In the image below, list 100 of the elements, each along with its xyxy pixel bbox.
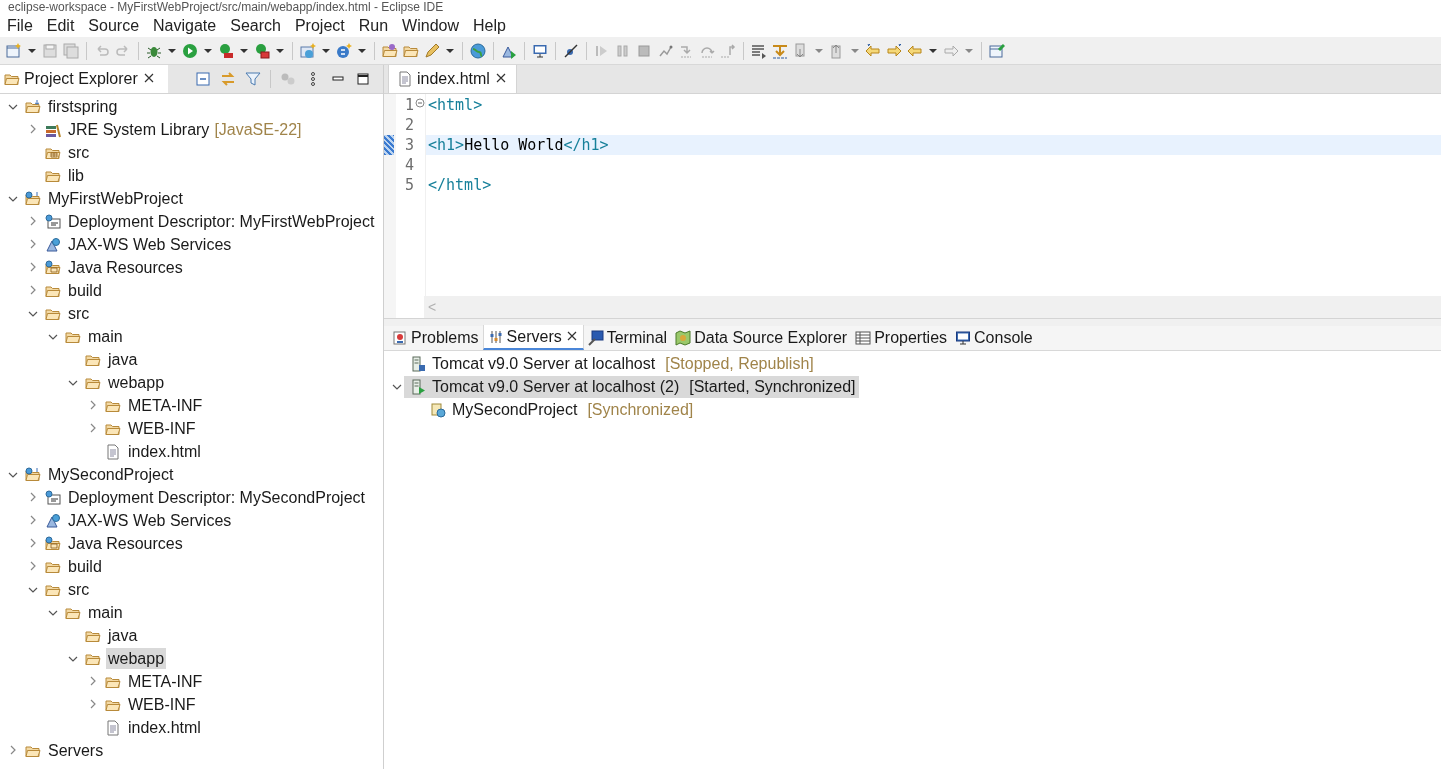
web-project-icon xyxy=(25,190,41,207)
tree-item[interactable]: WEB-INF xyxy=(126,418,198,439)
menu-item[interactable]: Run xyxy=(351,13,396,38)
tree-item[interactable]: MySecondProject xyxy=(46,464,176,485)
web-services-icon xyxy=(45,236,61,253)
tree-item[interactable]: main xyxy=(86,326,125,347)
panel-tab[interactable]: Properties xyxy=(851,325,952,350)
run-coverage-icon[interactable] xyxy=(218,42,234,59)
globe-icon[interactable] xyxy=(470,42,486,59)
save-icon[interactable] xyxy=(42,42,58,59)
data-source-icon xyxy=(675,329,692,346)
panel-tab[interactable]: Data Source Explorer xyxy=(671,325,852,350)
server-item[interactable]: Tomcat v9.0 Server at localhost (2) [Started, Synchronized] xyxy=(404,375,859,398)
step-return-icon[interactable] xyxy=(720,42,736,59)
code-line: <h1>Hello World</h1> xyxy=(428,134,609,156)
console-monitor-icon xyxy=(955,329,972,346)
stop-icon[interactable] xyxy=(636,42,652,59)
open-type-icon[interactable] xyxy=(382,42,398,59)
new-spring-icon[interactable] xyxy=(336,42,352,59)
tree-item[interactable]: Java Resources xyxy=(66,533,185,554)
panel-tab[interactable]: Terminal xyxy=(583,325,672,350)
run-icon[interactable] xyxy=(182,42,198,59)
new-server-icon[interactable] xyxy=(300,42,316,59)
panel-tab[interactable]: Problems xyxy=(388,325,483,350)
html-file-icon xyxy=(397,71,413,87)
maximize-icon[interactable] xyxy=(355,71,371,87)
new-window-icon[interactable] xyxy=(6,42,22,59)
tree-item[interactable]: JRE System Library xyxy=(66,119,212,140)
pause-icon[interactable] xyxy=(615,42,631,59)
web-services-icon xyxy=(45,512,61,529)
descriptor-icon xyxy=(45,213,61,230)
menu-item[interactable]: Window xyxy=(395,13,466,38)
lines-icon[interactable] xyxy=(751,42,767,59)
java-resources-icon xyxy=(45,259,61,276)
descriptor-icon xyxy=(45,489,61,506)
server-status: [Synchronized] xyxy=(587,399,694,420)
tree-item[interactable]: JAX-WS Web Services xyxy=(66,510,234,531)
window-title: eclipse-workspace - MyFirstWebProject/src/main/webapp/index.html - Eclipse IDE xyxy=(8,0,444,14)
editor-tab[interactable]: index.html xyxy=(388,65,517,93)
folder-icon xyxy=(4,71,20,87)
tree-item[interactable]: build xyxy=(66,280,104,301)
html-file-icon xyxy=(105,443,121,460)
line-number: 1 xyxy=(404,94,414,116)
filter-icon[interactable] xyxy=(245,71,261,87)
tree-item[interactable]: lib xyxy=(66,165,86,186)
tree-item[interactable]: java xyxy=(106,349,140,370)
tree-item[interactable]: META-INF xyxy=(126,395,205,416)
fold-collapse-icon[interactable] xyxy=(415,98,425,108)
panel-tab[interactable]: Servers xyxy=(482,325,584,350)
tree-item[interactable]: webapp xyxy=(106,648,167,669)
perspective-icon[interactable] xyxy=(989,42,1005,59)
collapse-all-icon[interactable] xyxy=(195,71,211,87)
last-edit-icon[interactable] xyxy=(865,42,881,59)
run-external-icon[interactable] xyxy=(254,42,270,59)
tree-item[interactable]: firstspring xyxy=(46,96,120,117)
tree-item[interactable]: JAX-WS Web Services xyxy=(66,234,234,255)
properties-table-icon xyxy=(855,329,872,346)
menu-item[interactable]: Project xyxy=(287,13,352,38)
menu-item[interactable]: File xyxy=(0,13,40,38)
server-item[interactable]: Tomcat v9.0 Server at localhost [Stopped, Republish] xyxy=(404,352,817,375)
tree-item[interactable]: Deployment Descriptor: MySecondProject xyxy=(66,487,367,508)
monitor-icon[interactable] xyxy=(532,42,548,59)
tree-item[interactable]: Servers xyxy=(46,740,106,761)
tree-item[interactable]: index.html xyxy=(126,441,203,462)
tree-item[interactable]: Deployment Descriptor: MyFirstWebProject xyxy=(66,211,377,232)
tree-item[interactable]: build xyxy=(66,556,104,577)
tree-item[interactable]: META-INF xyxy=(126,671,205,692)
tree-item[interactable]: index.html xyxy=(126,717,203,738)
server-icon xyxy=(410,355,426,372)
tree-item[interactable]: Java Resources xyxy=(66,257,185,278)
menu-item[interactable]: Help xyxy=(466,13,513,38)
project-explorer-tab[interactable]: Project Explorer xyxy=(0,65,168,93)
tree-item[interactable]: java xyxy=(106,625,140,646)
menu-item[interactable]: Edit xyxy=(39,13,82,38)
tree-item[interactable]: webapp xyxy=(106,372,167,393)
forward-edit-icon[interactable] xyxy=(886,42,902,59)
tree-item[interactable]: src xyxy=(66,579,92,600)
menu-item[interactable]: Source xyxy=(81,13,147,38)
problems-icon xyxy=(392,329,408,346)
use-step-filters-icon[interactable] xyxy=(772,42,788,59)
menu-item[interactable]: Search xyxy=(223,13,288,38)
tree-item[interactable]: main xyxy=(86,602,125,623)
server-status: [Stopped, Republish] xyxy=(665,353,814,374)
pencil-icon[interactable] xyxy=(424,42,440,59)
link-editor-icon[interactable] xyxy=(220,71,236,87)
tree-item[interactable]: MyFirstWebProject xyxy=(46,188,185,209)
tree-item[interactable]: src xyxy=(66,303,92,324)
java-resources-icon xyxy=(45,535,61,552)
server-icon xyxy=(410,378,426,395)
server-item[interactable]: MySecondProject [Synchronized] xyxy=(424,398,697,421)
panel-tab[interactable]: Console xyxy=(951,325,1037,350)
line-number: 5 xyxy=(404,174,414,196)
tree-item[interactable]: WEB-INF xyxy=(126,694,198,715)
tree-item[interactable]: src xyxy=(66,142,92,163)
code-line: <html> xyxy=(428,94,483,116)
menu-item[interactable]: Navigate xyxy=(146,13,224,38)
web-project-icon xyxy=(25,466,41,483)
html-file-icon xyxy=(105,719,121,736)
skip-breakpoints-icon[interactable] xyxy=(563,42,579,59)
terminal-icon xyxy=(587,329,604,346)
